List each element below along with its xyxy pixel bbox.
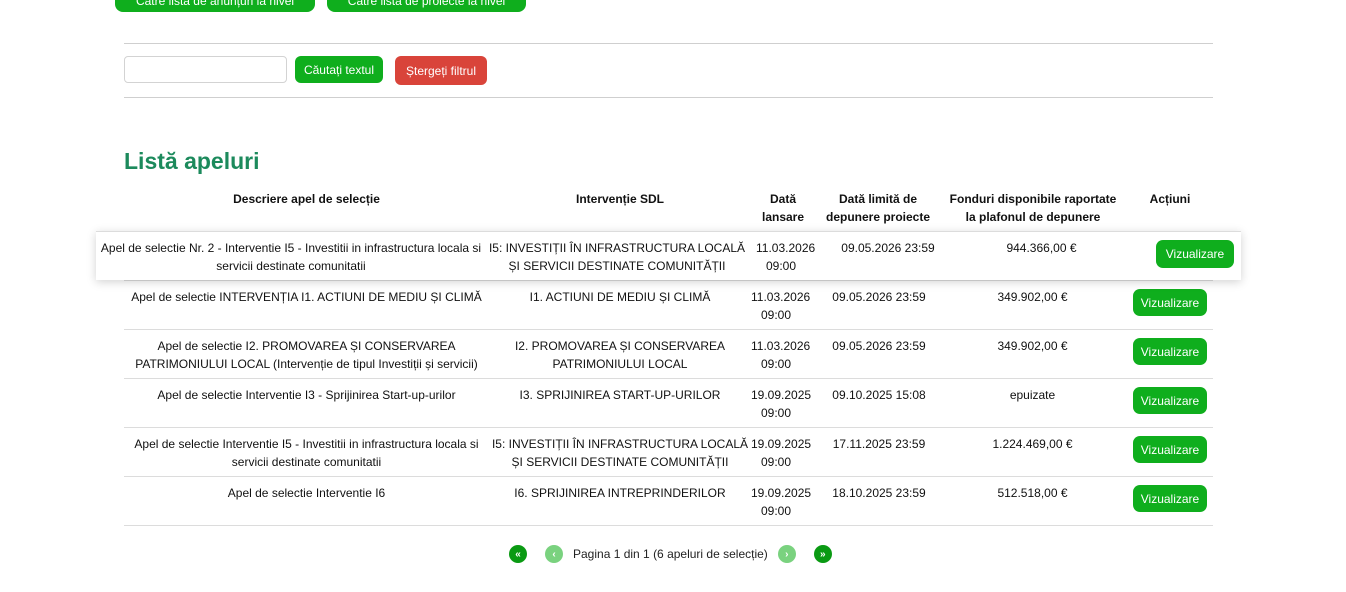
row-intervention: I3. SPRIJINIREA START-UP-URILOR: [519, 388, 721, 402]
row-description: Apel de selectie INTERVENȚIA I1. ACTIUNI…: [131, 290, 482, 304]
table-row: Apel de selectie Interventie I3 - Spriji…: [124, 378, 1213, 427]
row-description: Apel de selectie Interventie I3 - Spriji…: [157, 388, 456, 402]
header-description: Descriere apel de selecție: [233, 192, 380, 206]
row-deadline: 09.05.2026 23:59: [832, 339, 926, 353]
search-button[interactable]: Căutați textul: [295, 56, 383, 83]
header-launch-date: Dată lansare: [761, 192, 805, 224]
table-row: Apel de selectie INTERVENȚIA I1. ACTIUNI…: [124, 280, 1213, 329]
table-row: Apel de selectie Interventie I5 - Invest…: [124, 427, 1213, 476]
table-row: Apel de selectie Interventie I6 I6. SPRI…: [124, 476, 1213, 525]
filter-divider: [124, 97, 1213, 98]
row-description: Apel de selectie Interventie I6: [227, 486, 386, 500]
view-button[interactable]: Vizualizare: [1133, 485, 1207, 512]
row-deadline: 18.10.2025 23:59: [832, 486, 926, 500]
row-launch-date: 19.09.2025 09:00: [751, 486, 812, 518]
row-launch-date: 11.03.2026 09:00: [751, 339, 811, 371]
projects-list-button[interactable]: Către lista de proiecte la nivel GAL: [327, 0, 526, 38]
calls-table: Descriere apel de selecție Intervenție S…: [96, 188, 1241, 526]
table-header: Descriere apel de selecție Intervenție S…: [124, 188, 1213, 231]
row-funds: 1.224.469,00 €: [992, 437, 1073, 451]
row-funds: 512.518,00 €: [997, 486, 1068, 500]
row-intervention: I6. SPRIJINIREA INTREPRINDERILOR: [514, 486, 726, 500]
row-launch-date: 19.09.2025 09:00: [751, 437, 812, 469]
row-funds: epuizate: [1009, 388, 1056, 402]
view-button[interactable]: Vizualizare: [1156, 240, 1234, 268]
page-title: Listă apeluri: [124, 148, 260, 174]
header-funds: Fonduri disponibile raportate la plafonu…: [949, 192, 1117, 224]
row-launch-date: 19.09.2025 09:00: [751, 388, 812, 420]
row-description: Apel de selectie I2. PROMOVAREA ȘI CONSE…: [135, 339, 478, 371]
clear-filter-button[interactable]: Ștergeți filtrul: [395, 56, 487, 85]
row-intervention: I5: INVESTIȚII ÎN INFRASTRUCTURA LOCALĂ …: [491, 437, 749, 469]
row-funds: 944.366,00 €: [1006, 241, 1077, 255]
next-page-icon[interactable]: ›: [777, 545, 796, 563]
prev-page-icon[interactable]: ‹: [545, 545, 563, 563]
pagination: « ‹ Pagina 1 din 1 (6 apeluri de selecți…: [509, 544, 832, 564]
table-row: Apel de selectie Nr. 2 - Interventie I5 …: [96, 231, 1241, 280]
row-funds: 349.902,00 €: [997, 290, 1068, 304]
row-intervention: I1. ACTIUNI DE MEDIU ȘI CLIMĂ: [529, 290, 711, 304]
announcements-list-button[interactable]: Către lista de anunțuri la nivel GAL: [115, 0, 315, 38]
last-page-icon[interactable]: »: [813, 545, 832, 563]
row-intervention: I2. PROMOVAREA ȘI CONSERVAREA PATRIMONIU…: [514, 339, 726, 371]
row-funds: 349.902,00 €: [997, 339, 1068, 353]
view-button[interactable]: Vizualizare: [1133, 387, 1207, 414]
row-description: Apel de selectie Nr. 2 - Interventie I5 …: [100, 241, 482, 273]
top-divider: [124, 43, 1213, 44]
row-launch-date: 11.03.2026 09:00: [751, 290, 811, 322]
row-deadline: 09.05.2026 23:59: [841, 241, 935, 255]
row-deadline: 09.05.2026 23:59: [832, 290, 926, 304]
row-launch-date: 11.03.2026 09:00: [756, 241, 816, 273]
row-deadline: 17.11.2025 23:59: [832, 437, 926, 451]
first-page-icon[interactable]: «: [509, 545, 527, 563]
pager-status: Pagina 1 din 1 (6 apeluri de selecție): [573, 547, 768, 561]
search-input[interactable]: [124, 56, 287, 83]
header-intervention: Intervenție SDL: [575, 192, 665, 206]
row-intervention: I5: INVESTIȚII ÎN INFRASTRUCTURA LOCALĂ …: [488, 241, 746, 273]
header-actions: Acțiuni: [1149, 192, 1191, 206]
table-bottom-border: [124, 525, 1213, 526]
row-deadline: 09.10.2025 15:08: [832, 388, 926, 402]
header-deadline: Dată limită de depunere proiecte: [825, 192, 931, 224]
view-button[interactable]: Vizualizare: [1133, 338, 1207, 365]
table-row: Apel de selectie I2. PROMOVAREA ȘI CONSE…: [124, 329, 1213, 378]
row-description: Apel de selectie Interventie I5 - Invest…: [134, 437, 479, 469]
view-button[interactable]: Vizualizare: [1133, 289, 1207, 316]
view-button[interactable]: Vizualizare: [1133, 436, 1207, 463]
